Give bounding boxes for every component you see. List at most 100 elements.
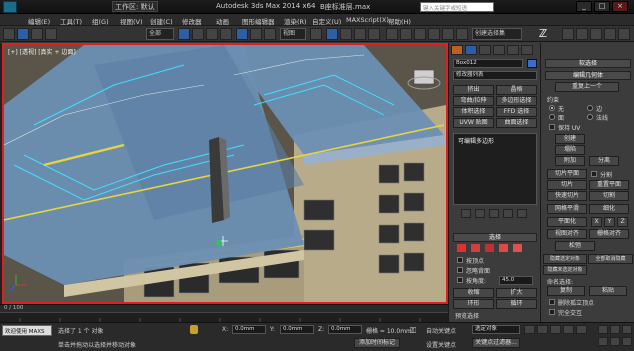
slice-button[interactable]: 切片 — [547, 180, 587, 190]
configure-sets-icon[interactable] — [517, 209, 527, 218]
menu-customize[interactable]: 自定义(U) — [312, 16, 341, 26]
close-button[interactable]: × — [612, 1, 628, 12]
window-crossing-icon[interactable] — [220, 28, 232, 40]
key-filters-button[interactable]: 关键点过滤器... — [472, 338, 520, 348]
select-by-name-icon[interactable] — [192, 28, 204, 40]
z-coord-field[interactable]: 0.0mm — [328, 325, 362, 334]
attach-button[interactable]: 附加 — [555, 156, 585, 166]
named-selection-icon[interactable] — [386, 28, 398, 40]
menu-group[interactable]: 组(G) — [92, 16, 109, 26]
poly-select-button[interactable]: 多边形选择 — [496, 96, 537, 106]
x-coord-field[interactable]: 0.0mm — [232, 325, 266, 334]
menu-graph-editors[interactable]: 图形编辑器 — [242, 16, 275, 26]
lattice-button[interactable]: 晶格 — [496, 85, 537, 95]
menu-help[interactable]: 帮助(H) — [388, 16, 411, 26]
key-icon[interactable]: ⚿ — [410, 327, 422, 335]
reference-coord-dropdown[interactable]: 视图 — [280, 28, 306, 40]
orbit-icon[interactable] — [610, 337, 620, 346]
select-link-icon[interactable] — [17, 28, 29, 40]
element-mode-icon[interactable] — [513, 244, 522, 252]
show-end-result-icon[interactable] — [475, 209, 485, 218]
polygon-mode-icon[interactable] — [499, 244, 508, 252]
key-mode-dropdown[interactable]: 选定对象 — [472, 325, 520, 334]
bend-stretch-button[interactable]: 弯曲/拉伸 — [453, 96, 494, 106]
paste-button[interactable]: 粘贴 — [589, 286, 627, 296]
constraint-normal-radio[interactable] — [587, 114, 593, 120]
planarize-button[interactable]: 平面化 — [547, 217, 587, 227]
add-time-tag-button[interactable]: 添加时间标记 — [354, 338, 400, 348]
track-bar[interactable] — [0, 312, 448, 323]
extrude-button[interactable]: 挤出 — [453, 85, 494, 95]
material-editor-icon[interactable] — [562, 28, 574, 40]
repeat-last-button[interactable]: 重复上一个 — [555, 82, 619, 92]
motion-tab-icon[interactable] — [493, 45, 505, 55]
zoom-icon[interactable] — [598, 325, 608, 334]
menu-edit[interactable]: 编辑(E) — [28, 16, 50, 26]
zoom-all-icon[interactable] — [610, 325, 620, 334]
pan-icon[interactable] — [598, 337, 608, 346]
ignore-backface-checkbox[interactable] — [457, 267, 463, 273]
move-icon[interactable] — [236, 28, 248, 40]
object-color-swatch[interactable] — [527, 59, 537, 68]
menu-views[interactable]: 视图(V) — [120, 16, 143, 26]
cut-button[interactable]: 切割 — [589, 191, 629, 201]
menu-modifiers[interactable]: 修改器 — [182, 16, 202, 26]
rect-select-icon[interactable] — [206, 28, 218, 40]
maximize-viewport-icon[interactable] — [622, 337, 632, 346]
planarize-y-button[interactable]: Y — [604, 217, 615, 227]
loop-button[interactable]: 循环 — [496, 299, 537, 309]
selection-rollout-header[interactable]: 选择 — [453, 233, 537, 242]
ring-button[interactable]: 环形 — [453, 299, 494, 309]
grow-button[interactable]: 扩大 — [496, 288, 537, 298]
goto-end-icon[interactable] — [576, 325, 587, 334]
border-mode-icon[interactable] — [485, 244, 494, 252]
minimize-button[interactable]: _ — [576, 1, 592, 12]
render-frame-icon[interactable] — [590, 28, 602, 40]
graphite-icon[interactable] — [442, 28, 454, 40]
preserve-uv-checkbox[interactable] — [549, 124, 555, 130]
render-icon[interactable] — [604, 28, 616, 40]
grid-align-button[interactable]: 栅格对齐 — [589, 229, 629, 239]
hierarchy-tab-icon[interactable] — [479, 45, 491, 55]
ffd-select-button[interactable]: FFD 选择 — [496, 107, 537, 117]
menu-tools[interactable]: 工具(T) — [60, 16, 82, 26]
selection-filter-dropdown[interactable]: 全部 — [146, 28, 174, 40]
percent-snap-icon[interactable] — [354, 28, 366, 40]
unlink-icon[interactable] — [31, 28, 43, 40]
by-vertex-checkbox[interactable] — [457, 257, 463, 263]
lock-icon[interactable] — [190, 325, 198, 334]
align-icon[interactable] — [414, 28, 426, 40]
hide-selected-button[interactable]: 隐藏选定对象 — [543, 254, 587, 264]
pivot-icon[interactable] — [310, 28, 322, 40]
snap-toggle-icon[interactable] — [326, 28, 338, 40]
undo-icon[interactable] — [3, 28, 15, 40]
angle-spinner[interactable]: 45.0 — [499, 276, 533, 285]
slice-plane-button[interactable]: 切片平面 — [547, 169, 587, 179]
edit-geometry-header[interactable]: 编辑几何体 — [545, 71, 631, 80]
select-object-icon[interactable] — [178, 28, 190, 40]
menu-create[interactable]: 创建(C) — [150, 16, 173, 26]
viewport-label[interactable]: [+] [透视] [真实 + 边面] — [8, 47, 76, 56]
utilities-tab-icon[interactable] — [521, 45, 533, 55]
auto-key-button[interactable]: 自动关键点 — [426, 326, 456, 335]
maxscript-listener[interactable]: 欢迎使用 MAXS — [2, 325, 52, 336]
constraint-none-radio[interactable] — [549, 105, 555, 111]
detach-button[interactable]: 分离 — [589, 156, 619, 166]
hide-unselected-button[interactable]: 隐藏未选定对象 — [543, 265, 587, 275]
search-input[interactable]: 键入关键字或短语 — [423, 4, 467, 12]
make-unique-icon[interactable] — [489, 209, 499, 218]
planarize-x-button[interactable]: X — [591, 217, 602, 227]
app-logo-icon[interactable] — [3, 1, 17, 13]
shrink-button[interactable]: 收缩 — [453, 288, 494, 298]
pin-stack-icon[interactable] — [461, 209, 471, 218]
perspective-viewport[interactable]: [+] [透视] [真实 + 边面] — [2, 43, 448, 304]
search-field[interactable]: 键入关键字或短语 — [420, 2, 494, 12]
delete-isolated-checkbox[interactable] — [549, 299, 555, 305]
set-key-button[interactable]: 设置关键点 — [426, 340, 456, 349]
quickslice-button[interactable]: 快速切片 — [547, 191, 587, 201]
angle-snap-icon[interactable] — [340, 28, 352, 40]
modifier-stack[interactable]: 可编辑多边形 — [453, 133, 537, 205]
menu-maxscript[interactable]: MAXScript(X) — [346, 16, 389, 24]
menu-rendering[interactable]: 渲染(R) — [284, 16, 307, 26]
create-button[interactable]: 创建 — [555, 134, 585, 144]
